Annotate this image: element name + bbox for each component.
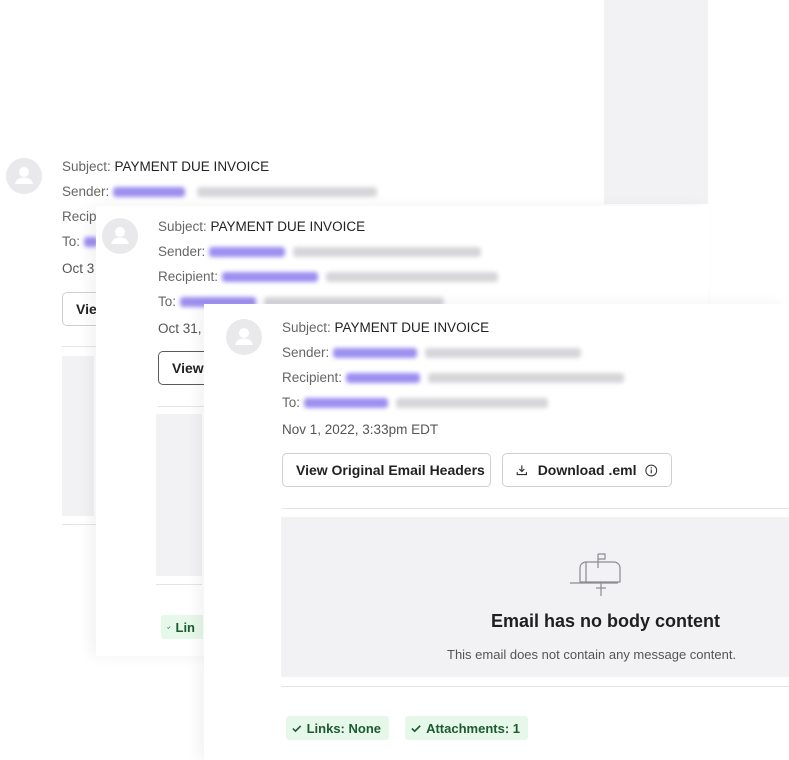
recipient-line: Recip <box>62 209 97 224</box>
mailbox-icon <box>570 553 621 596</box>
subject-value: PAYMENT DUE INVOICE <box>114 159 270 174</box>
user-avatar-icon <box>15 167 33 184</box>
check-icon <box>292 724 302 732</box>
subject-value: PAYMENT DUE INVOICE <box>210 219 366 234</box>
sender-line: Sender: <box>62 184 378 199</box>
divider <box>158 406 204 407</box>
email-body <box>156 414 202 576</box>
subject-line: Subject: PAYMENT DUE INVOICE <box>62 159 270 174</box>
info-icon[interactable] <box>645 463 658 478</box>
background-panel <box>604 0 708 204</box>
to-line: To: <box>62 234 99 249</box>
check-icon <box>411 724 421 732</box>
view-headers-button[interactable]: View <box>158 351 204 385</box>
email-body <box>62 356 94 516</box>
sender-line: Sender: <box>282 345 582 360</box>
avatar <box>102 218 138 254</box>
links-chip: Links: None <box>286 716 389 740</box>
to-line: To: <box>282 395 549 410</box>
divider <box>281 686 789 687</box>
user-avatar-icon <box>235 328 253 345</box>
subject-line: Subject: PAYMENT DUE INVOICE <box>158 219 366 234</box>
download-eml-button[interactable]: Download .eml <box>502 453 672 487</box>
divider <box>282 508 789 509</box>
sender-line: Sender: <box>158 244 482 259</box>
empty-state-title: Email has no body content <box>491 611 721 631</box>
email-date: Nov 1, 2022, 3:33pm EDT <box>282 422 439 437</box>
avatar <box>226 319 262 355</box>
empty-state-subtitle: This email does not contain any message … <box>447 647 737 662</box>
avatar <box>6 158 42 194</box>
email-date: Oct 31, <box>158 321 202 336</box>
subject-line: Subject: PAYMENT DUE INVOICE <box>282 320 490 335</box>
download-icon <box>516 465 528 476</box>
links-chip: Lin <box>161 615 203 639</box>
attachments-chip: Attachments: 1 <box>405 716 528 740</box>
check-icon <box>167 625 171 629</box>
user-avatar-icon <box>111 227 129 244</box>
recipient-line: Recipient: <box>282 370 625 385</box>
email-date: Oct 3 <box>62 261 95 276</box>
subject-value: PAYMENT DUE INVOICE <box>334 320 490 335</box>
recipient-line: Recipient: <box>158 269 499 284</box>
view-headers-button[interactable]: View Original Email Headers <box>282 453 491 487</box>
divider <box>156 584 202 585</box>
